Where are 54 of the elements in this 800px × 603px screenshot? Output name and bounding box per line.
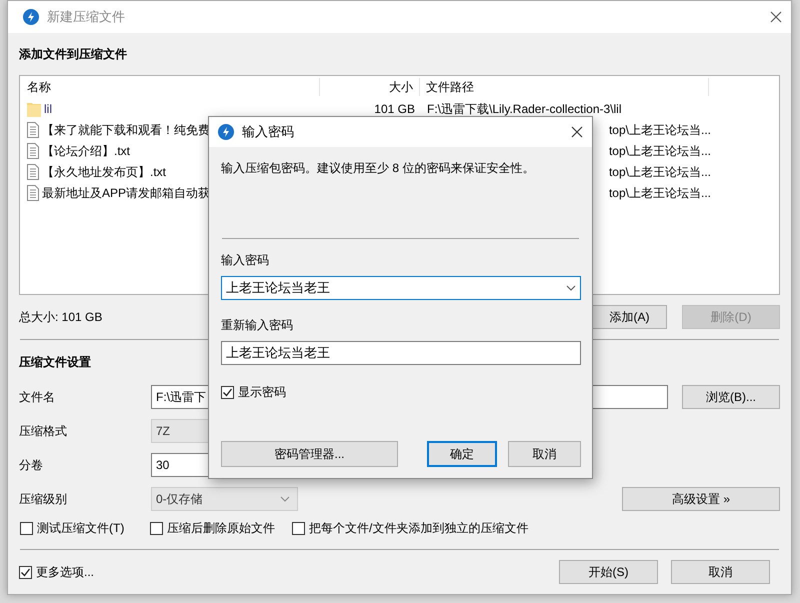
file-icon <box>27 184 39 200</box>
file-name[interactable]: 【论坛介绍】.txt <box>42 142 130 160</box>
file-path: top\上老王论坛当... <box>608 186 711 200</box>
start-button[interactable]: 开始(S) <box>559 560 658 584</box>
checkbox-label: 把每个文件/文件夹添加到独立的压缩文件 <box>309 520 528 537</box>
checkbox[interactable] <box>221 386 234 398</box>
file-path: F:\迅雷下载\Lily.Rader-collection-3\lil <box>427 102 622 116</box>
checkbox[interactable] <box>150 522 163 534</box>
app-icon <box>218 124 234 140</box>
folder-icon <box>27 100 41 116</box>
section-heading: 添加文件到压缩文件 <box>19 46 128 63</box>
column-header[interactable]: 大小 <box>320 78 420 96</box>
checkbox[interactable] <box>20 522 33 534</box>
window-title: 新建压缩文件 <box>47 8 125 26</box>
cancel-button[interactable]: 取消 <box>671 560 770 584</box>
browse-button[interactable]: 浏览(B)... <box>682 385 780 409</box>
password-manager-button[interactable]: 密码管理器... <box>221 441 398 467</box>
checkbox-label: 压缩后删除原始文件 <box>167 520 275 537</box>
file-path: top\上老王论坛当... <box>608 122 711 136</box>
field-label: 文件名 <box>19 389 56 406</box>
close-icon[interactable] <box>571 126 583 138</box>
checkbox[interactable] <box>19 566 32 578</box>
field-label: 重新输入密码 <box>221 317 294 334</box>
file-path: top\上老王论坛当... <box>608 144 711 158</box>
section-heading: 压缩文件设置 <box>19 354 92 371</box>
field-label: 压缩格式 <box>19 423 68 440</box>
file-icon <box>27 142 39 158</box>
file-size: 101 GB <box>374 102 415 116</box>
hint-text: 输入压缩包密码。建议使用至少 8 位的密码来保证安全性。 <box>221 160 536 177</box>
checkbox[interactable] <box>292 522 305 534</box>
app-icon <box>23 9 39 25</box>
file-path: top\上老王论坛当... <box>608 164 711 178</box>
dialog-title: 输入密码 <box>242 123 294 142</box>
confirm-password-field[interactable]: 上老王论坛当老王 <box>221 341 581 365</box>
checkbox-label: 显示密码 <box>238 384 286 401</box>
caret-icon <box>566 285 576 291</box>
file-name[interactable]: lil <box>44 100 52 118</box>
column-header[interactable]: 名称 <box>20 78 320 96</box>
total-size-text: 总大小: 101 GB <box>19 309 102 326</box>
cancel-button[interactable]: 取消 <box>508 441 581 467</box>
checkbox-label: 测试压缩文件(T) <box>37 520 124 537</box>
column-header[interactable]: 文件路径 <box>420 78 710 96</box>
file-name[interactable]: 【永久地址发布页】.txt <box>42 162 166 180</box>
close-icon[interactable] <box>770 11 782 23</box>
checkbox-label: 更多选项... <box>36 564 94 581</box>
add-button[interactable]: 添加(A) <box>592 305 667 329</box>
file-icon <box>27 122 39 138</box>
file-icon <box>27 164 39 180</box>
field-label: 压缩级别 <box>19 491 68 508</box>
field-label: 输入密码 <box>221 252 270 269</box>
ok-button[interactable]: 确定 <box>427 441 497 467</box>
password-field[interactable]: 上老王论坛当老王 <box>221 276 581 300</box>
field-label: 分卷 <box>19 457 44 474</box>
caret-icon <box>280 496 290 502</box>
